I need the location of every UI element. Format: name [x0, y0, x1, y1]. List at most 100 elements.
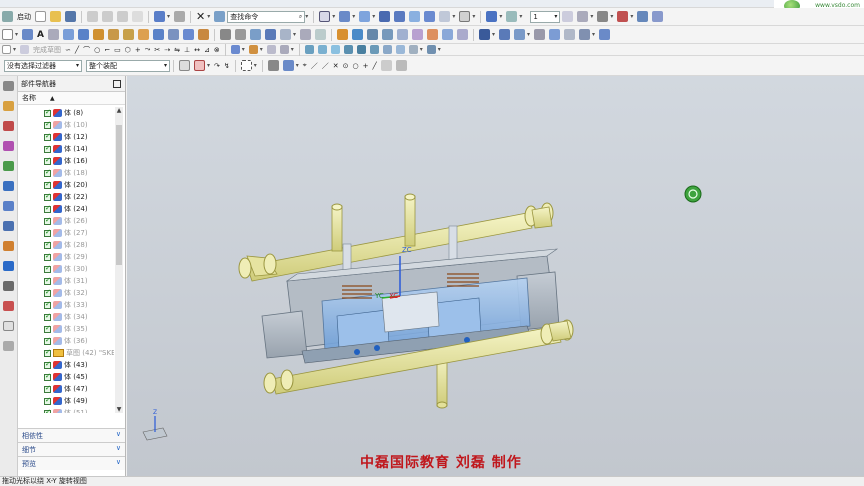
wireframe-icon[interactable]: [394, 11, 406, 22]
tree-row[interactable]: 体 (51): [18, 407, 114, 413]
line-icon[interactable]: ╱: [75, 46, 79, 54]
trim-icon[interactable]: ✂: [154, 46, 160, 54]
graphics-viewport[interactable]: ZC YC XC Z: [127, 76, 864, 476]
blend-icon[interactable]: [152, 29, 164, 40]
open-folder-icon[interactable]: [50, 11, 61, 22]
chevron-down-icon[interactable]: ∨: [116, 458, 121, 466]
intersection-curve-icon[interactable]: [266, 45, 276, 54]
search-command-input[interactable]: 查找命令 ⌕: [227, 10, 306, 23]
electrode-icon[interactable]: [457, 29, 468, 40]
patch-icon[interactable]: [514, 29, 526, 40]
tree-row[interactable]: 体 (18): [18, 167, 114, 179]
roles-icon[interactable]: [3, 301, 14, 311]
assembly-icon-4[interactable]: [343, 45, 353, 54]
orient-icon[interactable]: [339, 11, 351, 22]
measure-icon[interactable]: [506, 11, 518, 22]
curve-sketch-icon[interactable]: [2, 45, 11, 54]
reuse-library-icon[interactable]: [3, 161, 14, 171]
snap-center-icon[interactable]: ⊙: [343, 62, 349, 70]
visibility-checkbox[interactable]: [44, 216, 51, 225]
tree-row[interactable]: 体 (31): [18, 275, 114, 287]
boss-icon[interactable]: [107, 29, 119, 40]
delete-face-icon[interactable]: [579, 29, 591, 40]
scroll-down-icon[interactable]: ▼: [115, 406, 123, 413]
assembly-icon-6[interactable]: [369, 45, 379, 54]
tree-row[interactable]: 体 (12): [18, 131, 114, 143]
manufacturing-wizard-icon[interactable]: [3, 281, 14, 291]
assembly-icon-5[interactable]: [356, 45, 366, 54]
start-button[interactable]: 启动: [17, 12, 31, 22]
mirror-icon[interactable]: ⇋: [174, 46, 180, 54]
history-icon[interactable]: [3, 221, 14, 231]
system-materials-icon[interactable]: [3, 241, 14, 251]
point-icon[interactable]: +: [135, 46, 141, 54]
parting-icon[interactable]: [352, 29, 363, 40]
preview-panel[interactable]: 预览 ∨: [18, 456, 125, 470]
visibility-checkbox[interactable]: [44, 156, 51, 165]
maximize-icon[interactable]: [113, 79, 121, 88]
box-select-icon[interactable]: [240, 60, 252, 71]
command-finder-icon[interactable]: [214, 11, 226, 22]
start-icon[interactable]: [2, 11, 13, 22]
snap-on-curve-icon[interactable]: ╱: [372, 62, 376, 70]
tree-row[interactable]: 体 (45): [18, 371, 114, 383]
tree-row[interactable]: 体 (30): [18, 263, 114, 275]
tree-row[interactable]: 体 (27): [18, 227, 114, 239]
hd3d-icon[interactable]: [3, 181, 14, 191]
tree-row[interactable]: 体 (34): [18, 311, 114, 323]
sync-model-icon[interactable]: [534, 29, 546, 40]
unite-icon[interactable]: [219, 29, 231, 40]
select-general-icon[interactable]: [179, 60, 190, 71]
extrude-icon[interactable]: [62, 29, 74, 40]
render-icon[interactable]: [359, 11, 371, 22]
trim-body-icon[interactable]: [264, 29, 276, 40]
part-navigator-icon[interactable]: [3, 141, 14, 151]
visibility-checkbox[interactable]: [44, 300, 51, 309]
chevron-down-icon[interactable]: ∨: [116, 430, 121, 438]
layer-icon[interactable]: [424, 11, 436, 22]
extend-icon[interactable]: ⇢: [164, 46, 170, 54]
visibility-checkbox[interactable]: [44, 396, 51, 405]
visibility-checkbox[interactable]: [44, 264, 51, 273]
hole-icon[interactable]: [92, 29, 104, 40]
move-layer-icon[interactable]: [577, 11, 589, 22]
new-file-icon[interactable]: [35, 11, 46, 22]
visibility-checkbox[interactable]: [44, 120, 51, 129]
delete-icon[interactable]: [132, 11, 143, 22]
copy-icon[interactable]: [102, 11, 113, 22]
polygon-icon[interactable]: ⬡: [125, 46, 131, 54]
snap-icon[interactable]: [486, 11, 498, 22]
process-studio-icon[interactable]: [3, 261, 14, 271]
shaded-icon[interactable]: [379, 11, 391, 22]
column-header[interactable]: 名称 ▲: [18, 92, 125, 105]
select-curve-icon[interactable]: ↷: [214, 62, 220, 70]
tree-row[interactable]: 体 (20): [18, 179, 114, 191]
show-hide-icon[interactable]: [267, 60, 279, 71]
paste-icon[interactable]: [117, 11, 128, 22]
move-face-icon[interactable]: [549, 29, 561, 40]
visibility-checkbox[interactable]: [44, 384, 51, 393]
scroll-up-icon[interactable]: ▲: [115, 107, 123, 114]
view-icon[interactable]: [319, 11, 331, 22]
visibility-checkbox[interactable]: [44, 348, 51, 357]
assembly-icon-7[interactable]: [382, 45, 392, 54]
edit-feature-icon[interactable]: [599, 29, 611, 40]
dimension-icon[interactable]: ↔: [194, 46, 200, 54]
details-panel[interactable]: 细节 ∨: [18, 442, 125, 456]
visibility-checkbox[interactable]: [44, 408, 51, 413]
tree-row[interactable]: 体 (14): [18, 143, 114, 155]
system-scene-icon[interactable]: [3, 321, 14, 331]
core-icon[interactable]: [367, 29, 378, 40]
split-body-icon[interactable]: [279, 29, 291, 40]
tree-row[interactable]: 体 (28): [18, 239, 114, 251]
curve-from-body-icon[interactable]: [230, 45, 240, 54]
snap-point-icon[interactable]: +: [363, 62, 369, 70]
visibility-checkbox[interactable]: [44, 192, 51, 201]
replace-face-icon[interactable]: [564, 29, 576, 40]
visibility-checkbox[interactable]: [44, 276, 51, 285]
offset-curve-icon[interactable]: ⤳: [145, 45, 151, 54]
tree-row[interactable]: 体 (22): [18, 191, 114, 203]
visibility-checkbox[interactable]: [44, 288, 51, 297]
sort-up-icon[interactable]: ▲: [50, 95, 55, 102]
visibility-checkbox[interactable]: [44, 360, 51, 369]
